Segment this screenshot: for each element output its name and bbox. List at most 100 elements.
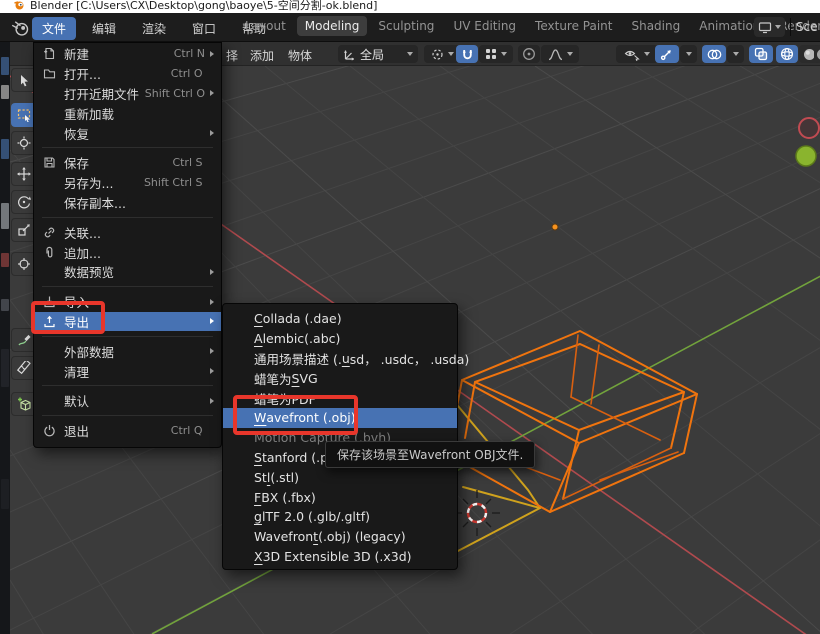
file-menu-item-link[interactable]: 关联... xyxy=(34,222,221,242)
xray-toggle[interactable] xyxy=(749,45,773,63)
file-menu-item-revert[interactable]: 重新加载 xyxy=(34,103,221,123)
paperclip-icon xyxy=(43,246,64,259)
submenu-arrow-icon xyxy=(210,318,214,324)
tab-shading[interactable]: Shading xyxy=(623,16,688,36)
tab-uv-editing[interactable]: UV Editing xyxy=(445,16,524,36)
chevron-down-icon xyxy=(407,52,413,56)
file-menu-item-external-data[interactable]: 外部数据 xyxy=(34,341,221,361)
menu-edit[interactable]: 编辑 xyxy=(82,17,126,40)
save-icon xyxy=(43,156,64,169)
workspace-screen-button[interactable] xyxy=(754,17,785,37)
menu-file[interactable]: 文件 xyxy=(32,17,76,40)
link-icon xyxy=(43,226,64,239)
gizmos-toggle[interactable] xyxy=(655,45,679,63)
export-item-gltf[interactable]: glTF 2.0 (.glb/.gltf) xyxy=(223,507,457,527)
tab-modeling[interactable]: Modeling xyxy=(297,16,368,36)
power-icon xyxy=(43,424,64,437)
overlays-icon xyxy=(707,48,722,61)
file-menu-item-save-copy[interactable]: 保存副本... xyxy=(34,193,221,213)
transform-orientation-dropdown[interactable]: 全局 xyxy=(338,45,418,63)
export-item-x3d[interactable]: X3D Extensible 3D (.x3d) xyxy=(223,547,457,567)
item-label: 打开近期文件 xyxy=(64,84,139,103)
item-label: 打开... xyxy=(64,64,101,83)
menu-object[interactable]: 物体 xyxy=(288,47,312,64)
export-item-fbx[interactable]: FBX (.fbx) xyxy=(223,487,457,507)
file-menu-item-open-recent[interactable]: 打开近期文件 Shift Ctrl O xyxy=(34,84,221,104)
tab-layout[interactable]: Layout xyxy=(237,16,294,36)
menu-select-partial[interactable]: 择 xyxy=(226,47,238,64)
file-menu-item-data-previews[interactable]: 数据预览 xyxy=(34,262,221,282)
submenu-arrow-icon xyxy=(210,299,214,305)
item-label: 外部数据 xyxy=(64,342,114,361)
overlays-dropdown[interactable] xyxy=(727,45,744,63)
magnet-icon xyxy=(461,48,474,61)
menu-render[interactable]: 渲染 xyxy=(132,17,176,40)
shading-material-button[interactable] xyxy=(814,45,820,63)
file-new-icon xyxy=(43,47,64,60)
item-label: 数据预览 xyxy=(64,262,114,281)
menu-separator xyxy=(34,411,221,421)
gizmo-axis-y-ball[interactable] xyxy=(796,146,816,166)
overlays-toggle[interactable] xyxy=(702,45,726,63)
menu-separator xyxy=(34,381,221,391)
file-menu-item-append[interactable]: 追加... xyxy=(34,242,221,262)
item-shortcut: Shift Ctrl S xyxy=(144,176,206,189)
proportional-editing-toggle[interactable] xyxy=(518,45,540,63)
chevron-down-icon xyxy=(567,52,573,56)
tooltip-text: 保存该场景至Wavefront OBJ文件. xyxy=(337,446,523,463)
chevron-down-icon xyxy=(644,52,650,56)
shading-wireframe-button[interactable] xyxy=(776,45,798,63)
blender-logo-small-icon xyxy=(13,0,25,11)
item-shortcut: Ctrl O xyxy=(171,67,206,80)
file-menu-item-new[interactable]: 新建 Ctrl N xyxy=(34,44,221,64)
orientation-axes-icon xyxy=(343,48,356,61)
annotation-box-wavefront xyxy=(233,395,358,435)
menu-window[interactable]: 窗口 xyxy=(182,17,226,40)
topbar: 文件 编辑 渲染 窗口 帮助 Layout Modeling Sculpting… xyxy=(0,13,820,42)
file-menu-item-clean-up[interactable]: 清理 xyxy=(34,361,221,381)
file-menu-item-quit[interactable]: 退出 Ctrl Q xyxy=(34,421,221,441)
file-menu-item-save-as[interactable]: 另存为... Shift Ctrl S xyxy=(34,173,221,193)
desktop-edge-strip xyxy=(0,13,10,634)
export-item-wavefront-legacy[interactable]: Wavefront (.obj) (legacy) xyxy=(223,527,457,547)
item-label: 保存副本... xyxy=(64,193,126,212)
proportional-editing-icon xyxy=(522,47,536,61)
item-label: 保存 xyxy=(64,153,89,172)
snap-target-dropdown[interactable] xyxy=(479,45,513,63)
scene-name-label[interactable]: Sce xyxy=(796,20,820,34)
export-item-stl[interactable]: Stl (.stl) xyxy=(223,467,457,487)
window-titlebar[interactable]: Blender [C:\Users\CX\Desktop\gong\baoye\… xyxy=(0,0,820,13)
gizmos-dropdown[interactable] xyxy=(680,45,697,63)
item-shortcut: Shift Ctrl O xyxy=(145,87,208,100)
file-menu-panel: 新建 Ctrl N 打开... Ctrl O 打开近期文件 Shift Ctrl… xyxy=(33,42,222,448)
show-object-types-dropdown[interactable] xyxy=(616,45,658,63)
object-origin-dot xyxy=(552,224,558,230)
submenu-arrow-icon xyxy=(210,368,214,374)
item-shortcut: Ctrl S xyxy=(172,156,205,169)
menu-add[interactable]: 添加 xyxy=(250,47,274,64)
proportional-falloff-dropdown[interactable] xyxy=(541,45,579,63)
workspace-tabs: Layout Modeling Sculpting UV Editing Tex… xyxy=(237,16,820,36)
export-item-collada[interactable]: Collada (.dae) xyxy=(223,309,457,329)
pivot-point-dropdown[interactable] xyxy=(424,45,460,63)
chevron-down-icon xyxy=(775,25,781,29)
blender-logo-icon[interactable] xyxy=(10,17,31,38)
export-item-usd[interactable]: 通用场景描述 (.usd， .usdc， .usda) xyxy=(223,349,457,369)
tab-texture-paint[interactable]: Texture Paint xyxy=(527,16,620,36)
submenu-arrow-icon xyxy=(210,269,214,275)
tab-sculpting[interactable]: Sculpting xyxy=(370,16,442,36)
toolbar xyxy=(10,66,34,634)
gizmo-axis-x-ball[interactable] xyxy=(799,118,819,138)
snap-grid-dots-icon xyxy=(485,48,497,60)
file-menu-item-defaults[interactable]: 默认 xyxy=(34,391,221,411)
gizmo-arrow-icon xyxy=(660,47,674,61)
export-item-alembic[interactable]: Alembic(.abc) xyxy=(223,329,457,349)
xray-icon xyxy=(754,47,768,61)
screen-icon xyxy=(758,21,772,34)
file-menu-item-save[interactable]: 保存 Ctrl S xyxy=(34,153,221,173)
file-menu-item-open[interactable]: 打开... Ctrl O xyxy=(34,64,221,84)
file-menu-item-recover[interactable]: 恢复 xyxy=(34,123,221,143)
snap-toggle-button[interactable] xyxy=(456,45,478,63)
export-item-grease-pencil-svg[interactable]: 蜡笔为SVG xyxy=(223,368,457,388)
item-label: 关联... xyxy=(64,223,101,242)
